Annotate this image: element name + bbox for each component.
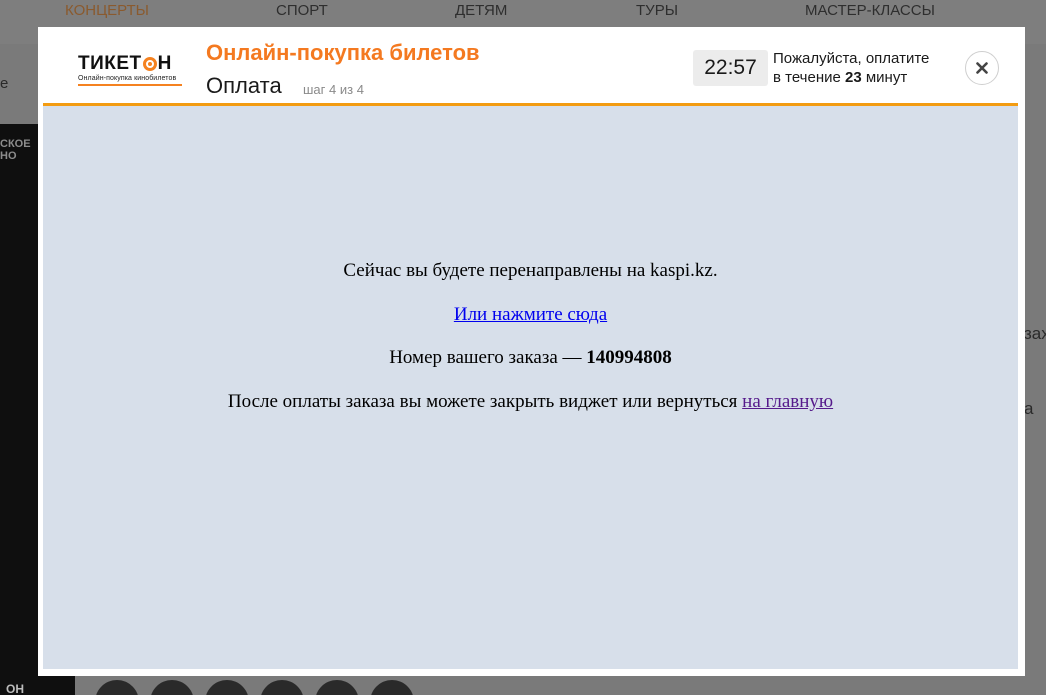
order-number: 140994808 [586, 347, 672, 368]
bg-bottom-fragment: ОН [6, 682, 24, 695]
home-link[interactable]: на главную [742, 391, 833, 412]
bg-social-icon-1 [95, 680, 139, 695]
bg-nav-kids: ДЕТЯМ [455, 2, 508, 19]
order-number-row: Номер вашего заказа — 140994808 [43, 347, 1018, 369]
pay-note-minutes: 23 [845, 69, 862, 86]
widget-title: Онлайн-покупка билетов [206, 40, 480, 65]
bg-nav-tours: ТУРЫ [636, 2, 678, 19]
bg-poster-line-2: НО [0, 150, 17, 162]
pay-note-suffix: минут [861, 69, 908, 86]
logo-wordmark: ТИКЕТ Н [78, 54, 188, 74]
step-title: Оплата [206, 73, 282, 98]
logo-underline [78, 84, 182, 86]
redirect-message: Сейчас вы будете перенаправлены на kaspi… [343, 260, 718, 281]
pay-note-prefix: в течение [773, 69, 846, 86]
payment-deadline-note: Пожалуйста, оплатите в течение 23 минут [773, 49, 929, 87]
bg-left-fragment: е [0, 75, 9, 92]
bg-right-fragment-2: а [1024, 399, 1034, 418]
countdown-timer: 22:57 [693, 50, 768, 86]
bg-social-icon-6 [370, 680, 414, 695]
modal-header: ТИКЕТ Н Онлайн-покупка кинобилетов Онлайн… [43, 27, 1018, 106]
after-payment-text: После оплаты заказа вы можете закрыть ви… [227, 391, 743, 412]
bg-nav-concerts: КОНЦЕРТЫ [65, 2, 149, 19]
bg-nav-masterclasses: МАСТЕР-КЛАССЫ [805, 2, 935, 19]
pay-note-line-2: в течение 23 минут [773, 68, 929, 87]
manual-redirect-row: Или нажмите сюда [43, 304, 1018, 326]
bg-nav-sport: СПОРТ [276, 2, 328, 19]
manual-redirect-link[interactable]: Или нажмите сюда [454, 304, 607, 325]
pay-note-line-1: Пожалуйста, оплатите [773, 50, 930, 67]
bg-social-icon-3 [205, 680, 249, 695]
close-button[interactable] [965, 51, 999, 85]
payment-redirect-panel: Сейчас вы будете перенаправлены на kaspi… [43, 106, 1018, 669]
bg-social-icon-4 [260, 680, 304, 695]
bg-right-fragment-1: зах [1024, 324, 1046, 343]
bg-poster-line-1: СКОЕ [0, 138, 31, 150]
step-indicator: шаг 4 из 4 [303, 82, 364, 97]
after-payment-row: После оплаты заказа вы можете закрыть ви… [43, 391, 1018, 413]
logo-ring-icon [142, 57, 157, 71]
bg-social-icon-2 [150, 680, 194, 695]
bg-poster-text: СКОЕ НО [0, 138, 31, 162]
logo-tagline: Онлайн-покупка кинобилетов [78, 75, 177, 82]
bg-social-icon-5 [315, 680, 359, 695]
logo-word-part2: Н [157, 53, 172, 74]
ticketon-logo[interactable]: ТИКЕТ Н Онлайн-покупка кинобилетов [78, 54, 188, 86]
logo-word-part1: ТИКЕТ [78, 53, 142, 74]
payment-modal: ТИКЕТ Н Онлайн-покупка кинобилетов Онлайн… [38, 27, 1025, 676]
close-icon [976, 62, 988, 74]
order-number-label: Номер вашего заказа — [389, 347, 587, 368]
